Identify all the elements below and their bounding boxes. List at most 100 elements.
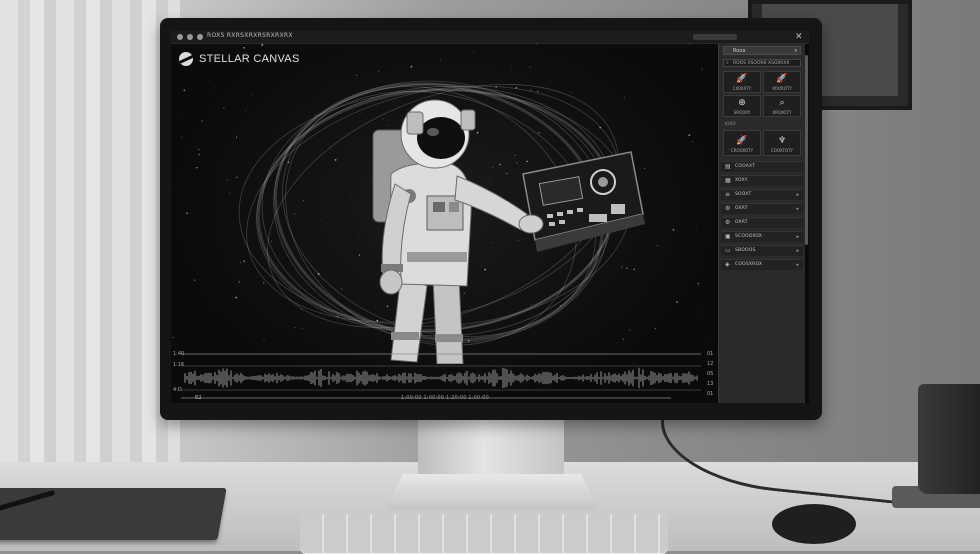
panel-search-input[interactable]: ⌕ ROOS XSOORK XSOXRXX: [723, 59, 801, 67]
search-icon: ⌕: [726, 60, 729, 67]
panel-list-label: SBOOOS: [735, 246, 756, 256]
panel-list-item[interactable]: ▣ SCOOOXOX ▸: [721, 231, 803, 242]
art-canvas[interactable]: STELLAR CANVAS: [171, 44, 717, 403]
star: [676, 301, 678, 303]
panel-list-label: COOAXT: [735, 162, 755, 172]
image-icon: ▣: [725, 232, 731, 242]
chevron-down-icon: ▾: [794, 47, 797, 55]
star: [555, 48, 556, 49]
star: [704, 339, 705, 340]
star: [699, 312, 700, 313]
star: [198, 149, 199, 150]
tool-button[interactable]: ⌕ XROXOTY: [763, 95, 801, 117]
star: [227, 179, 229, 181]
rocket-icon: 🚀: [724, 136, 760, 146]
panel-list-item[interactable]: ⚙ OXRT: [721, 217, 803, 228]
star: [213, 308, 214, 309]
chevron-right-icon: ▸: [796, 260, 799, 270]
tool-label: CXOXXTY: [724, 86, 760, 91]
search-icon: ⌕: [764, 98, 800, 108]
star: [351, 52, 352, 53]
star: [209, 92, 210, 93]
window-titlebar: ROXS RXRSXRXRSRXRXRX ✕: [171, 31, 809, 44]
folder-icon: ▭: [725, 246, 731, 256]
window-title: ROXS RXRSXRXRSRXRXRX: [207, 32, 293, 39]
star: [692, 141, 693, 142]
tool-label: CROOXOTY: [724, 148, 760, 153]
chevron-right-icon: ▸: [796, 246, 799, 256]
star: [688, 134, 690, 136]
pin-icon: ♆: [764, 136, 800, 146]
panel-list-item[interactable]: ▭ SBOOOS ▸: [721, 245, 803, 256]
star: [181, 136, 182, 137]
window-control-dot[interactable]: [187, 34, 193, 40]
window-curtain: [0, 0, 180, 470]
tool-button[interactable]: 🚀 XOOROTY: [763, 71, 801, 93]
window-control-dot[interactable]: [197, 34, 203, 40]
monitor-screen: ROXS RXRSXRXRSRXRXRX ✕ STELLAR CANVAS: [171, 31, 809, 403]
tool-label: COOXTOTY: [764, 148, 800, 153]
tool-grid-bottom: 🚀 CROOXOTY ♆ COOXTOTY: [723, 130, 801, 156]
timeline-right-label: 13: [707, 381, 713, 387]
timeline-right-label: 12: [707, 361, 713, 367]
panel-list-item[interactable]: ▦ XOXY: [721, 175, 803, 186]
stack-icon: ◈: [725, 260, 730, 270]
star: [696, 226, 697, 227]
star: [184, 90, 186, 92]
panel-list-item[interactable]: ≡ SOOXT ▸: [721, 189, 803, 200]
star: [223, 107, 225, 109]
timeline-right-label: 05: [707, 371, 713, 377]
astronaut-artwork: [231, 64, 651, 364]
panel-list-label: SOOXT: [735, 190, 751, 200]
layers-icon: ▤: [725, 162, 731, 172]
panel-list-item[interactable]: ⚙ OXRT ▸: [721, 203, 803, 214]
chevron-right-icon: ▸: [796, 204, 799, 214]
monitor-stand-base: [386, 474, 598, 510]
tool-button[interactable]: 🚀 CROOXOTY: [723, 130, 761, 156]
timeline-label-b2: B2: [195, 395, 202, 401]
panel-dropdown[interactable]: Rooa ▾: [723, 46, 801, 55]
panel-scrollbar[interactable]: [805, 55, 808, 245]
star: [171, 190, 172, 191]
keyboard[interactable]: [300, 514, 668, 554]
chevron-right-icon: ▸: [796, 190, 799, 200]
panel-list-label: OXRT: [735, 204, 748, 214]
monitor-stand-neck: [418, 418, 564, 482]
control-console: [523, 152, 645, 252]
settings-icon: ⚙: [725, 204, 730, 214]
timeline-time-readout: 1:00:00 1:00:00 1:20:00 1:00:00: [401, 395, 489, 401]
star: [172, 337, 173, 338]
timeline-right-label: 01: [707, 351, 713, 357]
timeline-right-label: 01: [707, 391, 713, 397]
astronaut: [373, 100, 543, 364]
tool-label: SROORY: [724, 110, 760, 115]
star: [536, 45, 537, 46]
panel-dropdown-value: Rooa: [733, 47, 745, 55]
panel-list-item[interactable]: ◈ COOSXROX ▸: [721, 259, 803, 270]
panel-list-label: OXRT: [735, 218, 748, 228]
audio-timeline[interactable]: 1:40 1:16 4:D B2 1:00:00 1:00:00 1:20:00…: [171, 346, 717, 403]
window-control-dot[interactable]: [177, 34, 183, 40]
star: [657, 245, 658, 246]
side-panel: Rooa ▾ ⌕ ROOS XSOORK XSOXRXX 🚀 CXOXXTY 🚀…: [718, 44, 805, 403]
tool-button[interactable]: 🚀 CXOXXTY: [723, 71, 761, 93]
star: [186, 212, 188, 214]
star: [701, 68, 703, 70]
close-icon[interactable]: ✕: [795, 31, 803, 43]
star: [196, 167, 197, 168]
titlebar-field[interactable]: [693, 34, 737, 40]
timeline-label-bottom: 4:D: [173, 387, 182, 393]
star: [656, 147, 657, 148]
coffee-mug: [918, 384, 980, 494]
tool-button[interactable]: ⊕ SROORY: [723, 95, 761, 117]
mouse[interactable]: [772, 504, 856, 544]
timeline-label-top: 1:40: [173, 351, 184, 357]
star: [655, 328, 656, 329]
sliders-icon: ≡: [725, 190, 730, 200]
timeline-label-mid: 1:16: [173, 362, 184, 368]
star: [178, 117, 179, 118]
star: [194, 279, 196, 281]
panel-search-placeholder: ROOS XSOORK XSOXRXX: [733, 60, 790, 67]
panel-list-item[interactable]: ▤ COOAXT: [721, 161, 803, 172]
tool-button[interactable]: ♆ COOXTOTY: [763, 130, 801, 156]
